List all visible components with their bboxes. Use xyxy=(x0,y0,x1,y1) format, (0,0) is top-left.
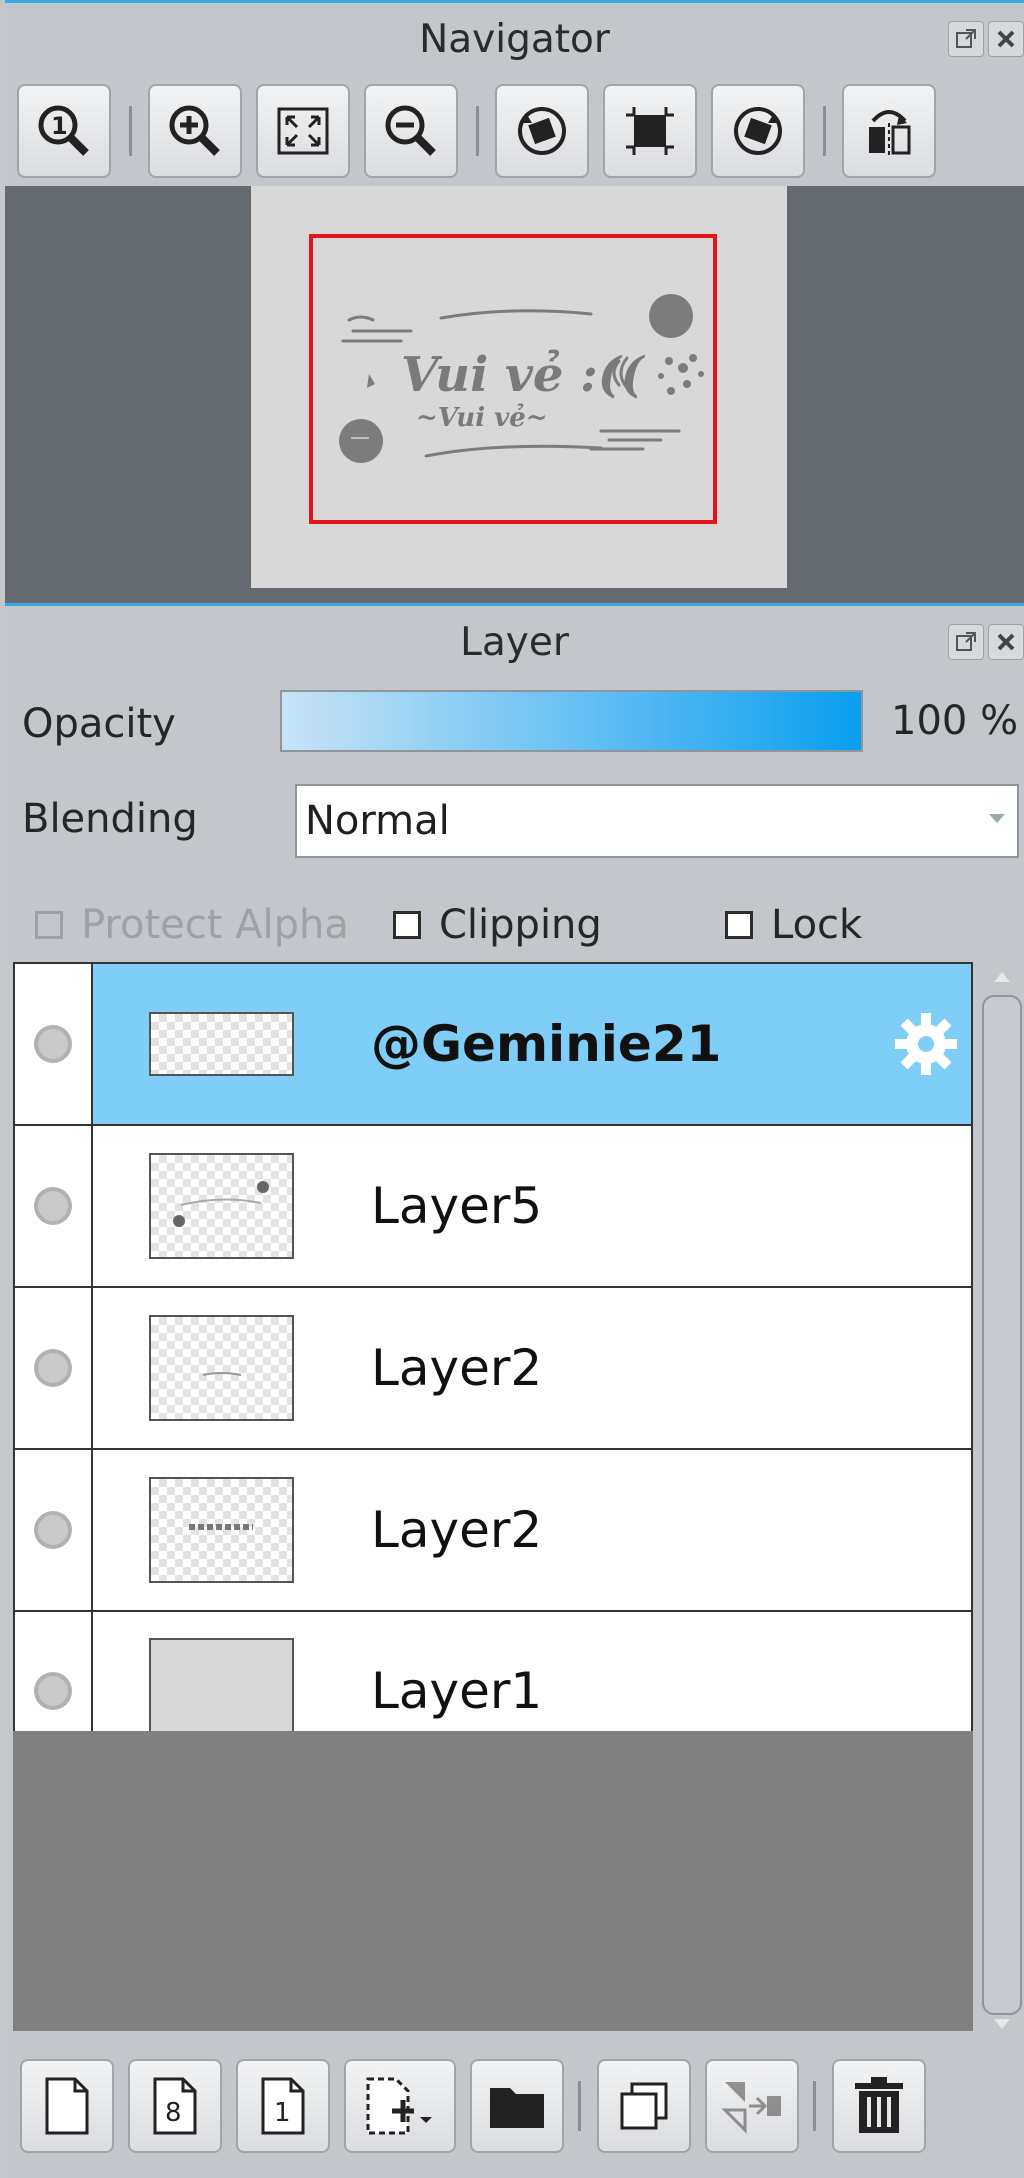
opacity-slider[interactable] xyxy=(280,690,863,752)
layer-row[interactable]: @Geminie21 xyxy=(15,964,971,1126)
layer-thumbnail xyxy=(149,1153,294,1259)
new-8bit-layer-icon[interactable]: 8 xyxy=(128,2059,222,2153)
layer-thumbnail xyxy=(149,1012,294,1076)
duplicate-layer-icon[interactable] xyxy=(597,2059,691,2153)
eye-icon xyxy=(34,1511,72,1549)
layer-thumbnail xyxy=(149,1477,294,1583)
zoom-out-icon[interactable] xyxy=(364,84,458,178)
navigator-title: Navigator xyxy=(419,16,610,62)
eye-icon xyxy=(34,1025,72,1063)
fit-screen-icon[interactable] xyxy=(256,84,350,178)
layer-row[interactable]: Layer2 xyxy=(15,1450,971,1612)
gear-icon[interactable] xyxy=(889,1007,963,1081)
eye-icon xyxy=(34,1672,72,1710)
close-icon[interactable] xyxy=(988,21,1024,57)
protect-alpha-checkbox[interactable]: Protect Alpha xyxy=(35,902,349,948)
layer-thumbnail xyxy=(149,1315,294,1421)
new-layer-icon[interactable] xyxy=(20,2059,114,2153)
add-layer-menu-icon[interactable] xyxy=(344,2059,456,2153)
popout-icon[interactable] xyxy=(948,624,984,660)
layer-thumbnail xyxy=(149,1638,294,1744)
eye-icon xyxy=(34,1187,72,1225)
viewport-frame[interactable] xyxy=(309,234,717,524)
protect-alpha-label: Protect Alpha xyxy=(81,902,349,948)
rotate-right-icon[interactable] xyxy=(711,84,805,178)
visibility-toggle[interactable] xyxy=(15,1450,93,1610)
layer-list-empty-area xyxy=(13,1731,973,2031)
layer-name: Layer2 xyxy=(371,1501,543,1559)
layer-name: Layer1 xyxy=(371,1662,543,1720)
layer-name: @Geminie21 xyxy=(371,1015,722,1073)
canvas-preview: Vui vẻ :(( ~Vui vẻ~ xyxy=(251,186,787,588)
blending-select[interactable]: Normal xyxy=(295,784,1019,858)
visibility-toggle[interactable] xyxy=(15,1288,93,1448)
flip-horizontal-icon[interactable] xyxy=(842,84,936,178)
layer-name: Layer5 xyxy=(371,1177,543,1235)
new-1bit-layer-icon[interactable]: 1 xyxy=(236,2059,330,2153)
clipping-label: Clipping xyxy=(439,902,602,948)
layer-panel: Layer Opacity 100 % Blending Normal Prot… xyxy=(5,603,1024,2178)
popout-icon[interactable] xyxy=(948,21,984,57)
layer-name: Layer2 xyxy=(371,1339,543,1397)
blending-value: Normal xyxy=(305,798,450,844)
opacity-value: 100 % xyxy=(891,698,1019,744)
layer-title: Layer xyxy=(460,619,569,665)
layer-list: @Geminie21 Layer5 Layer2 Layer2 Layer1 xyxy=(13,962,973,1772)
scrollbar[interactable] xyxy=(980,962,1024,2031)
rotate-left-icon[interactable] xyxy=(495,84,589,178)
navigator-view[interactable]: Vui vẻ :(( ~Vui vẻ~ xyxy=(5,186,1024,603)
zoom-in-icon[interactable] xyxy=(148,84,242,178)
delete-layer-icon[interactable] xyxy=(832,2059,926,2153)
layer-row[interactable]: Layer2 xyxy=(15,1288,971,1450)
scroll-thumb[interactable] xyxy=(982,995,1022,2015)
eye-icon xyxy=(34,1349,72,1387)
reset-rotation-icon[interactable] xyxy=(603,84,697,178)
svg-text:8: 8 xyxy=(165,2098,182,2128)
svg-text:1: 1 xyxy=(51,112,68,140)
navigator-panel: Navigator 1 Vui vẻ:((~Vui vẻ~ xyxy=(5,0,1024,603)
lock-checkbox[interactable]: Lock xyxy=(725,902,862,948)
new-folder-icon[interactable] xyxy=(470,2059,564,2153)
visibility-toggle[interactable] xyxy=(15,1126,93,1286)
scroll-down-icon[interactable] xyxy=(994,2019,1010,2029)
clipping-checkbox[interactable]: Clipping xyxy=(393,902,602,948)
zoom-100-icon[interactable]: 1 xyxy=(17,84,111,178)
scroll-up-icon[interactable] xyxy=(994,972,1010,982)
close-icon[interactable] xyxy=(988,624,1024,660)
visibility-toggle[interactable] xyxy=(15,964,93,1124)
layer-toolbar: 8 1 xyxy=(5,2046,1024,2166)
merge-down-icon[interactable] xyxy=(705,2059,799,2153)
layer-row[interactable]: Layer5 xyxy=(15,1126,971,1288)
chevron-down-icon xyxy=(989,814,1005,823)
opacity-label: Opacity xyxy=(22,701,176,747)
svg-text:1: 1 xyxy=(274,2098,291,2128)
lock-label: Lock xyxy=(771,902,863,948)
blending-label: Blending xyxy=(22,796,198,842)
